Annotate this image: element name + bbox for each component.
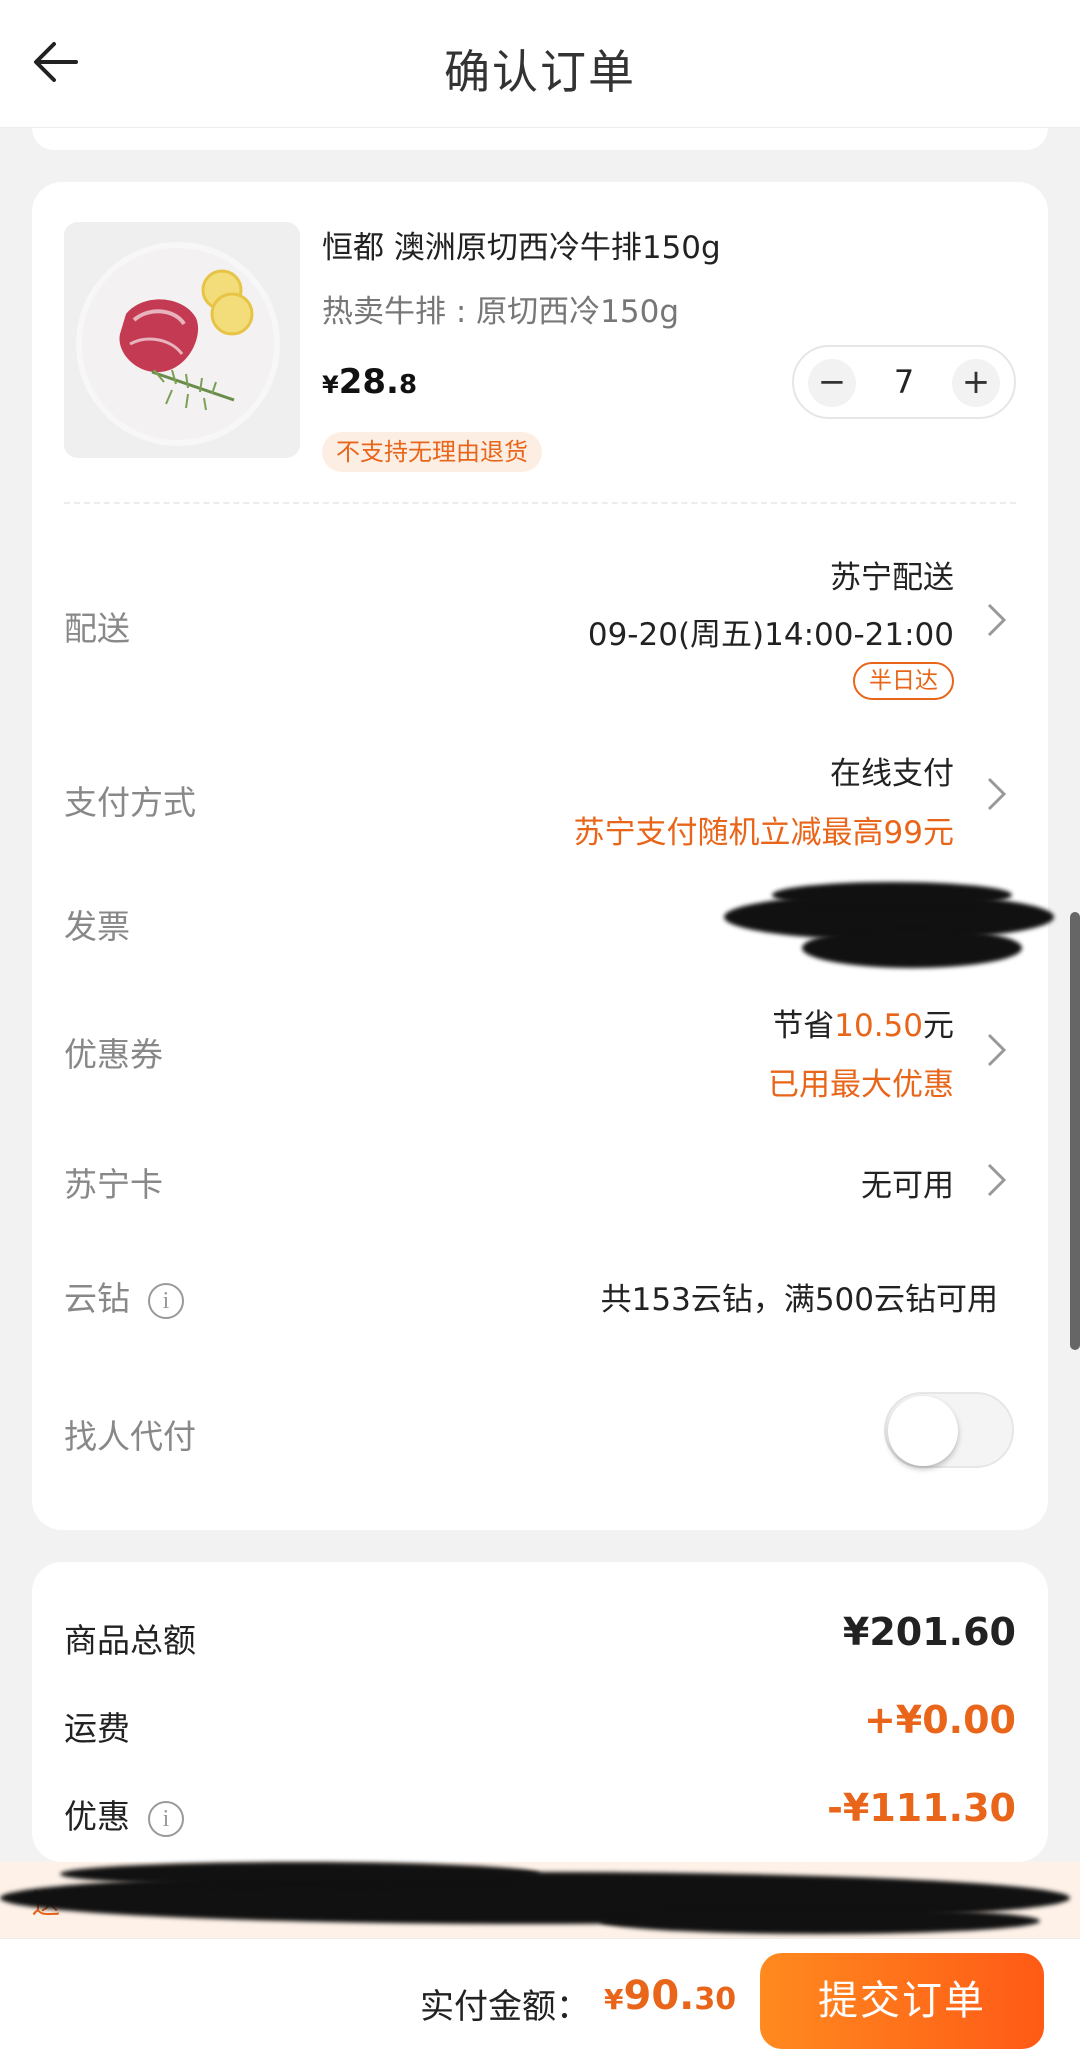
coupon-save-suffix: 元 [923, 1008, 954, 1044]
pay-decimal: 30 [694, 1982, 737, 2017]
yunzuan-label: 云钻 [64, 1279, 130, 1318]
checkout-bar: 实付金额： ¥90.30 提交订单 [0, 1938, 1080, 2066]
coupon-save-prefix: 节省 [772, 1008, 835, 1044]
delivery-label: 配送 [64, 609, 130, 648]
chevron-right-icon[interactable] [986, 1162, 1008, 1198]
coupon-note: 已用最大优惠 [768, 1067, 954, 1103]
price-decimal: 8 [398, 370, 418, 400]
info-icon[interactable]: i [148, 1282, 184, 1319]
gift-promo-strip[interactable]: 送 [0, 1862, 1080, 1938]
payment-method: 在线支付 [830, 756, 954, 792]
pay-symbol: ¥ [604, 1983, 624, 2016]
shipping-value: +¥0.00 [863, 1698, 1016, 1742]
quantity-stepper: − 7 + [792, 345, 1016, 419]
delivery-carrier: 苏宁配送 [830, 560, 954, 596]
payment-label: 支付方式 [64, 783, 196, 822]
chevron-right-icon[interactable] [986, 1032, 1008, 1068]
chevron-right-icon[interactable] [986, 602, 1008, 638]
yunzuan-row-label: 云钻 i [64, 1272, 184, 1320]
no-return-tag: 不支持无理由退货 [322, 432, 542, 472]
pay-for-me-toggle[interactable] [884, 1392, 1014, 1468]
address-card-bottom-edge [32, 128, 1048, 150]
page-title: 确认订单 [444, 45, 636, 99]
goods-total-label: 商品总额 [64, 1621, 196, 1660]
toggle-knob [888, 1396, 958, 1466]
plus-icon[interactable]: + [952, 359, 1000, 407]
discount-row-label: 优惠 i [64, 1790, 184, 1838]
pay-amount-value: ¥90.30 [604, 1973, 736, 2019]
order-item-card: 恒都 澳洲原切西冷牛排150g 热卖牛排 : 原切西冷150g ¥28.8 不支… [32, 182, 1054, 1530]
coupon-save-amount: 10.50 [834, 1008, 923, 1044]
info-icon[interactable]: i [148, 1800, 184, 1837]
product-image[interactable] [64, 222, 300, 458]
scrollbar[interactable] [1070, 912, 1080, 1350]
suning-card-label: 苏宁卡 [64, 1165, 163, 1204]
price-symbol: ¥ [322, 371, 339, 399]
steak-plate-image [64, 222, 300, 458]
coupon-label: 优惠券 [64, 1035, 163, 1074]
minus-icon[interactable]: − [808, 359, 856, 407]
divider [64, 502, 1016, 504]
discount-label: 优惠 [64, 1797, 130, 1836]
totals-card: 商品总额 ¥201.60 运费 +¥0.00 优惠 i -¥111.30 [32, 1562, 1048, 1862]
product-name[interactable]: 恒都 澳洲原切西冷牛排150g [322, 222, 721, 267]
header-bar: 确认订单 [0, 0, 1080, 128]
payment-row[interactable]: 在线支付 苏宁支付随机立减最高99元 [574, 748, 954, 852]
coupon-savings: 节省10.50元 [768, 1000, 954, 1045]
delivery-row[interactable]: 苏宁配送 09-20(周五)14:00-21:00 半日达 [588, 552, 954, 700]
half-day-badge: 半日达 [853, 662, 954, 700]
submit-order-button[interactable]: 提交订单 [760, 1953, 1044, 2049]
yunzuan-value: 共153云钻，满500云钻可用 [600, 1282, 998, 1318]
shipping-label: 运费 [64, 1709, 130, 1748]
delivery-time: 09-20(周五)14:00-21:00 [587, 617, 954, 653]
suning-card-value[interactable]: 无可用 [861, 1160, 954, 1205]
quantity-value[interactable]: 7 [864, 363, 944, 401]
pay-amount-label: 实付金额： [420, 1987, 590, 2027]
chevron-right-icon[interactable] [986, 776, 1008, 812]
product-spec: 热卖牛排 : 原切西冷150g [322, 294, 679, 330]
coupon-row[interactable]: 节省10.50元 已用最大优惠 [768, 1000, 954, 1104]
goods-total-value: ¥201.60 [842, 1610, 1016, 1654]
product-price: ¥28.8 [322, 362, 417, 402]
price-integer: 28. [338, 362, 399, 402]
discount-value: -¥111.30 [827, 1786, 1016, 1830]
pay-for-me-label: 找人代付 [64, 1417, 196, 1456]
invoice-label: 发票 [64, 907, 130, 946]
pay-integer: 90. [623, 1973, 695, 2019]
payment-promo: 苏宁支付随机立减最高99元 [573, 815, 954, 851]
